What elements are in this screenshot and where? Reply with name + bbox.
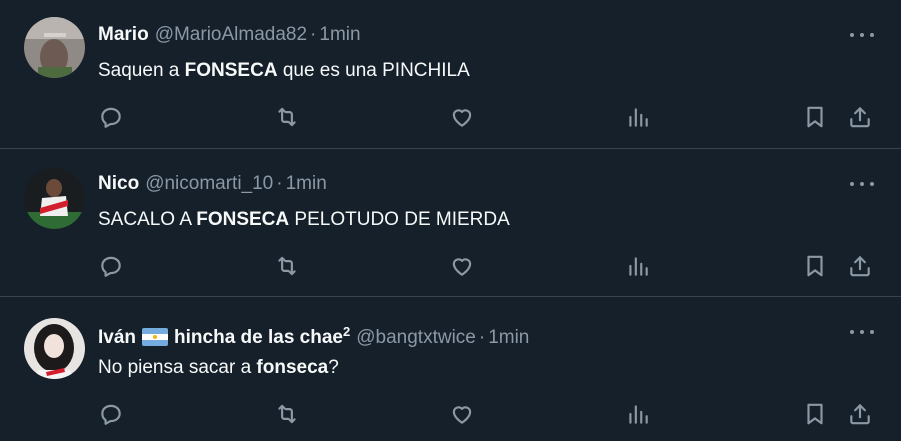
action-bar [0,104,901,130]
display-name[interactable]: Iván [98,327,136,348]
text-highlight: fonseca [256,357,329,378]
user-handle[interactable]: @bangtxtwice [356,327,476,348]
display-name[interactable]: Mario [98,24,149,45]
timestamp[interactable]: 1min [286,173,327,194]
timestamp[interactable]: 1min [488,327,529,348]
text-segment: Saquen a [98,60,185,81]
separator-dot: · [310,24,317,45]
argentina-flag-icon [142,328,169,346]
avatar[interactable] [24,318,85,379]
more-icon[interactable] [848,30,876,40]
more-icon[interactable] [848,327,876,337]
bookmark-icon[interactable] [802,253,828,279]
share-icon[interactable] [847,253,873,279]
text-segment: SACALO A [98,209,197,230]
views-icon[interactable] [625,401,651,427]
tweet[interactable]: Mario @MarioAlmada82 · 1min Saquen a FONSEC… [0,0,901,148]
reply-icon[interactable] [98,401,124,427]
display-name-superscript: 2 [343,324,351,339]
reply-icon[interactable] [98,104,124,130]
retweet-icon[interactable] [274,104,300,130]
more-icon[interactable] [848,179,876,189]
retweet-icon[interactable] [274,401,300,427]
bookmark-icon[interactable] [802,401,828,427]
like-icon[interactable] [449,104,475,130]
views-icon[interactable] [625,253,651,279]
like-icon[interactable] [449,401,475,427]
tweet-header: Iván hincha de las chae2 @bangtxtwice · 1min [98,319,529,348]
text-segment: PELOTUDO DE MIERDA [289,209,510,230]
text-segment: ? [328,357,339,378]
reply-icon[interactable] [98,253,124,279]
share-icon[interactable] [847,401,873,427]
tweet[interactable]: Nico @nicomarti_10 · 1min SACALO A FONSECA … [0,149,901,297]
tweet-header: Nico @nicomarti_10 · 1min [98,171,327,197]
action-bar [0,253,901,279]
tweet-text: Saquen a FONSECA que es una PINCHILA [98,58,470,84]
display-name-suffix[interactable]: hincha de las chae [174,327,343,348]
timeline: Mario @MarioAlmada82 · 1min Saquen a FONSEC… [0,0,901,441]
timestamp[interactable]: 1min [319,24,360,45]
like-icon[interactable] [449,253,475,279]
tweet-header: Mario @MarioAlmada82 · 1min [98,22,361,48]
action-bar [0,401,901,427]
display-name[interactable]: Nico [98,173,139,194]
user-handle[interactable]: @nicomarti_10 [145,173,273,194]
user-handle[interactable]: @MarioAlmada82 [155,24,307,45]
text-highlight: FONSECA [184,60,278,81]
avatar[interactable] [24,17,85,78]
share-icon[interactable] [847,104,873,130]
separator-dot: · [276,173,283,194]
tweet-text: No piensa sacar a fonseca? [98,355,339,381]
text-segment: No piensa sacar a [98,357,257,378]
separator-dot: · [478,327,486,348]
text-highlight: FONSECA [196,209,290,230]
views-icon[interactable] [625,104,651,130]
tweet[interactable]: Iván hincha de las chae2 @bangtxtwice · 1min… [0,297,901,441]
retweet-icon[interactable] [274,253,300,279]
bookmark-icon[interactable] [802,104,828,130]
avatar[interactable] [24,168,85,229]
text-segment: que es una PINCHILA [277,60,470,81]
tweet-text: SACALO A FONSECA PELOTUDO DE MIERDA [98,207,510,233]
